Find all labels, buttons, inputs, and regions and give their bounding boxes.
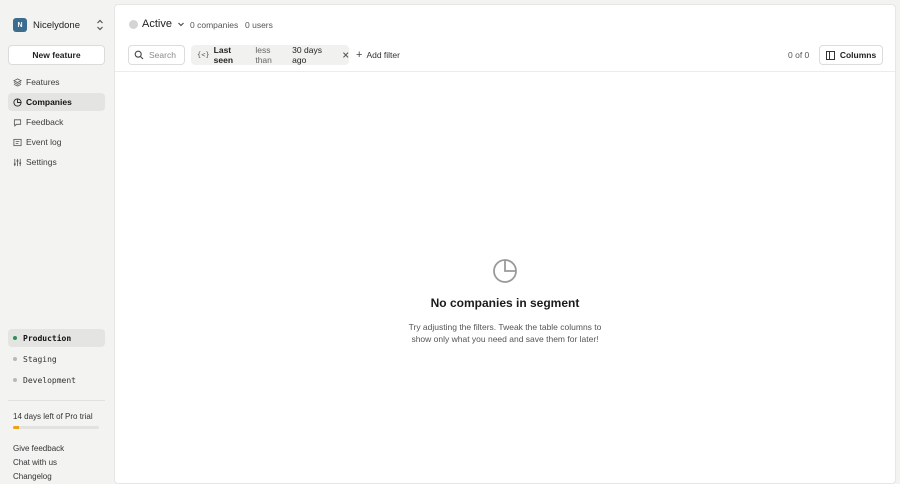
env-label: Development [23, 375, 76, 385]
empty-state: No companies in segment Try adjusting th… [405, 258, 605, 345]
columns-button[interactable]: Columns [819, 45, 883, 65]
attribute-icon: {<} [197, 51, 210, 59]
sidebar-item-features[interactable]: Features [8, 73, 105, 91]
sidebar-footer: Give feedback Chat with us Changelog [13, 442, 64, 484]
segment-status-dot [129, 19, 138, 29]
sidebar-item-event-log[interactable]: Event log [8, 133, 105, 151]
trial-progress-fill [13, 426, 20, 429]
chevron-up-down-icon[interactable] [95, 18, 105, 32]
filter-value[interactable]: 30 days ago [292, 45, 335, 65]
trial-status: 14 days left of Pro trial [13, 412, 93, 421]
pie-chart-icon [493, 259, 517, 283]
sidebar-nav: Features Companies Feedback Event log Se… [8, 73, 105, 173]
environment-list: Production Staging Development [8, 329, 105, 392]
filter-field: Last seen [213, 45, 234, 65]
env-production[interactable]: Production [8, 329, 105, 347]
columns-icon [825, 50, 835, 60]
org-name: Nicelydone [33, 19, 80, 31]
give-feedback-link[interactable]: Give feedback [13, 442, 64, 456]
sidebar-item-settings[interactable]: Settings [8, 153, 105, 171]
pagination-count: 0 of 0 [788, 50, 810, 60]
close-icon[interactable] [342, 51, 349, 59]
sidebar-item-label: Feedback [26, 117, 64, 127]
sidebar-item-feedback[interactable]: Feedback [8, 113, 105, 131]
event-log-icon [13, 138, 22, 146]
env-development[interactable]: Development [8, 371, 105, 389]
users-count: 0 users [245, 20, 273, 30]
changelog-link[interactable]: Changelog [13, 470, 64, 484]
env-status-dot [13, 336, 17, 340]
companies-count: 0 companies [190, 20, 239, 30]
sidebar-item-label: Companies [26, 97, 72, 107]
org-switcher[interactable]: N Nicelydone [13, 17, 105, 33]
new-feature-button[interactable]: New feature [8, 45, 105, 65]
add-filter-label: Add filter [366, 50, 400, 60]
sidebar-item-label: Features [26, 77, 60, 87]
main-panel: Active 0 companies 0 users Search {<} La… [114, 4, 896, 484]
sidebar-divider [8, 400, 105, 401]
segment-selector[interactable]: Active [129, 18, 185, 30]
env-label: Staging [23, 354, 57, 364]
empty-state-title: No companies in segment [430, 296, 580, 310]
chevron-down-icon [178, 22, 184, 27]
companies-icon [13, 97, 22, 107]
sidebar-item-label: Event log [26, 137, 62, 147]
search-icon [134, 50, 144, 60]
filter-chip-last-seen[interactable]: {<} Last seen less than 30 days ago [191, 45, 349, 65]
filter-operator[interactable]: less than [255, 45, 287, 65]
search-input[interactable]: Search [128, 45, 185, 65]
empty-state-description: Try adjusting the filters. Tweak the tab… [408, 322, 602, 344]
env-label: Production [23, 333, 72, 343]
sidebar-item-label: Settings [26, 157, 57, 167]
org-avatar: N [13, 18, 27, 32]
chat-with-us-link[interactable]: Chat with us [13, 456, 64, 470]
feedback-icon [13, 118, 22, 127]
segment-name: Active [142, 18, 172, 30]
env-status-dot [13, 357, 17, 361]
main-header: Active 0 companies 0 users Search {<} La… [115, 5, 895, 72]
sidebar: N Nicelydone New feature Features Compan… [0, 0, 113, 484]
settings-icon [13, 158, 22, 166]
env-staging[interactable]: Staging [8, 350, 105, 368]
search-placeholder: Search [149, 50, 176, 60]
plus-icon: + [356, 49, 363, 61]
add-filter-button[interactable]: + Add filter [356, 45, 400, 65]
trial-progress-bar [13, 426, 99, 429]
columns-label: Columns [839, 50, 877, 60]
env-status-dot [13, 378, 17, 382]
sidebar-item-companies[interactable]: Companies [8, 93, 105, 111]
features-icon [13, 77, 22, 87]
